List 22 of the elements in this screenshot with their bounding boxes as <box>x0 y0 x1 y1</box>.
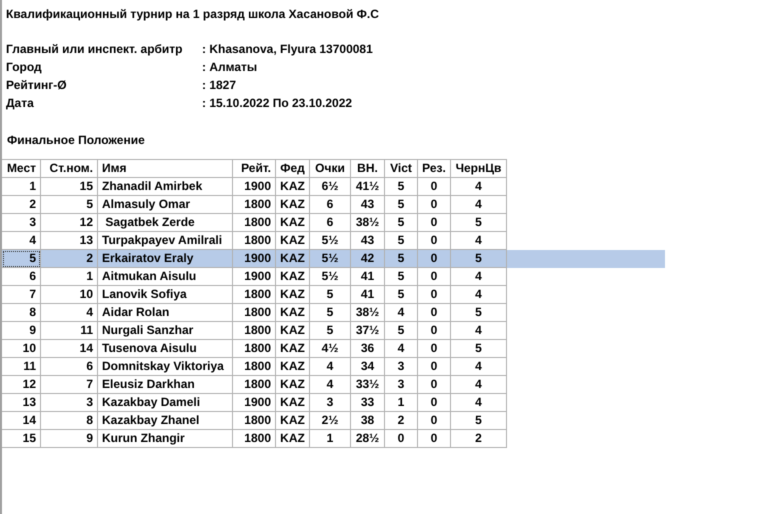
federation-cell: KAZ <box>276 430 310 448</box>
points-cell: 1 <box>310 430 351 448</box>
place-cell: 5 <box>2 250 41 268</box>
info-label: Главный или инспект. арбитр <box>6 41 184 58</box>
section-title: Финальное Положение <box>7 133 146 148</box>
tiebreak-cell: 28½ <box>351 430 385 448</box>
info-label: Дата <box>6 95 35 112</box>
rating-cell: 1800 <box>233 430 276 448</box>
selected-row[interactable]: 5 2 Erkairatov Eraly 1900 KAZ 5½ 42 5 0 5 <box>2 250 665 268</box>
wins-cell: 0 <box>385 430 418 448</box>
number-cell: 9 <box>41 430 98 448</box>
name-cell: Kurun Zhangir <box>98 430 233 448</box>
info-value: : Khasanova, Flyura 13700081 <box>202 41 373 58</box>
place-cell: 15 <box>2 430 41 448</box>
result-cell: 0 <box>418 430 451 448</box>
report-title: Квалификационный турнир на 1 разряд школа Хасановой Ф.С <box>6 7 380 22</box>
info-label: Рейтинг-Ø <box>6 77 68 94</box>
info-value: : 1827 <box>202 77 236 94</box>
info-label: Город <box>6 59 43 76</box>
info-value: : 15.10.2022 По 23.10.2022 <box>202 95 352 112</box>
info-value: : Алматы <box>202 59 258 76</box>
side-count-cell: 2 <box>451 430 507 448</box>
